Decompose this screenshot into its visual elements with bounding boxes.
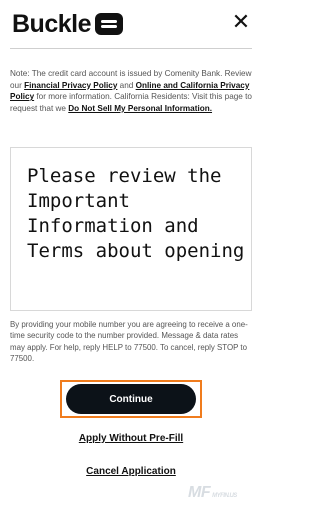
do-not-sell-link[interactable]: Do Not Sell My Personal Information. [68, 104, 212, 113]
logo-text: Buckle [12, 10, 91, 38]
cancel-application-link[interactable]: Cancel Application [0, 466, 262, 477]
buckle-logo: Buckle [12, 10, 123, 38]
terms-scroll-box[interactable]: Please review the Important Information … [10, 147, 252, 311]
continue-button[interactable]: Continue [66, 384, 196, 414]
sms-consent-text: By providing your mobile number you are … [10, 320, 248, 364]
close-icon[interactable]: ✕ [230, 12, 252, 34]
privacy-note: Note: The credit card account is issued … [10, 68, 252, 114]
note-text-2: and [117, 80, 136, 90]
apply-without-prefill-link[interactable]: Apply Without Pre-Fill [0, 433, 262, 444]
financial-privacy-link[interactable]: Financial Privacy Policy [24, 81, 117, 90]
watermark-logo: MF MYFIN.US [188, 484, 258, 504]
divider [10, 48, 252, 49]
header: Buckle ✕ [0, 0, 262, 48]
terms-text: Please review the Important Information … [27, 165, 245, 262]
watermark-sub: MYFIN.US [212, 493, 237, 499]
watermark-text: MF [188, 484, 211, 501]
logo-mark-icon [94, 13, 123, 35]
